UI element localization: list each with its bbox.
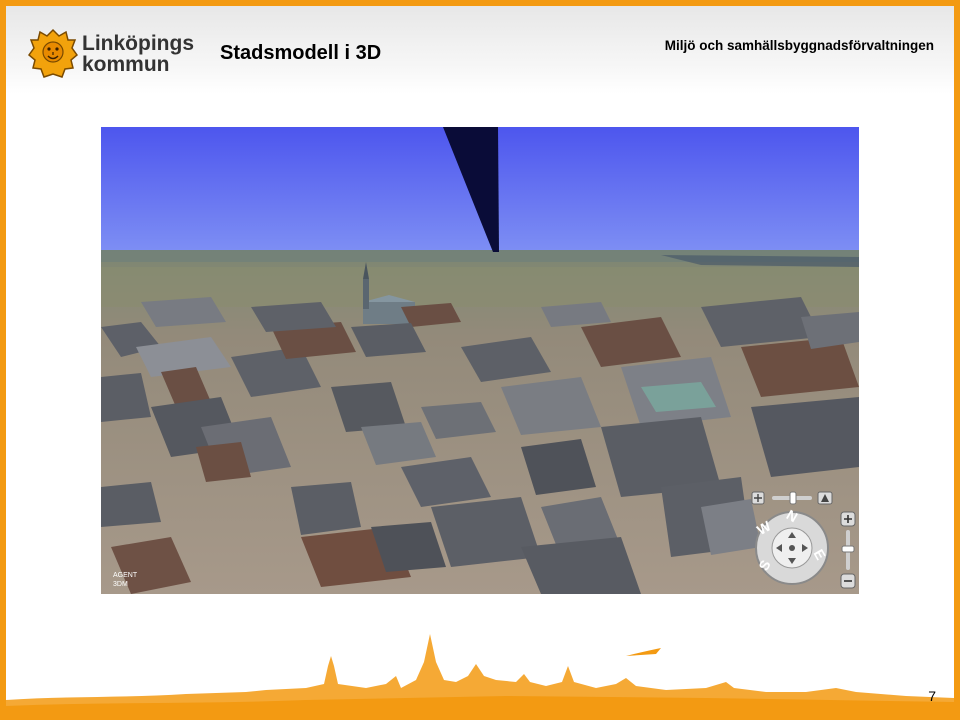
logo-text: Linköpings kommun [82, 32, 194, 76]
svg-text:3DM: 3DM [113, 581, 128, 588]
city-skyline-decoration [6, 634, 954, 714]
look-around-icon[interactable] [751, 491, 765, 505]
zoom-in-button[interactable] [840, 511, 856, 527]
distant-fields [101, 262, 859, 307]
zoom-slider[interactable] [841, 530, 855, 570]
logo-line1: Linköpings [82, 32, 194, 55]
navigation-controls[interactable]: N E S W [744, 488, 859, 594]
3d-city-map-view[interactable]: AGENT 3DM N E S W [101, 127, 859, 594]
slide: Linköpings kommun Stadsmodell i 3D Miljö… [6, 6, 954, 714]
page-number: 7 [928, 688, 936, 704]
lion-crest-icon [28, 28, 78, 78]
header: Linköpings kommun Stadsmodell i 3D Miljö… [6, 6, 954, 94]
svg-text:AGENT: AGENT [113, 572, 138, 579]
logo-line2: kommun [82, 53, 170, 76]
tilt-slider[interactable] [772, 491, 812, 505]
department-name: Miljö och samhällsbyggnadsförvaltningen [664, 38, 934, 53]
street-view-icon[interactable] [817, 491, 833, 505]
zoom-out-button[interactable] [840, 573, 856, 589]
slide-title: Stadsmodell i 3D [220, 42, 382, 64]
linkoping-logo: Linköpings kommun [28, 28, 194, 88]
